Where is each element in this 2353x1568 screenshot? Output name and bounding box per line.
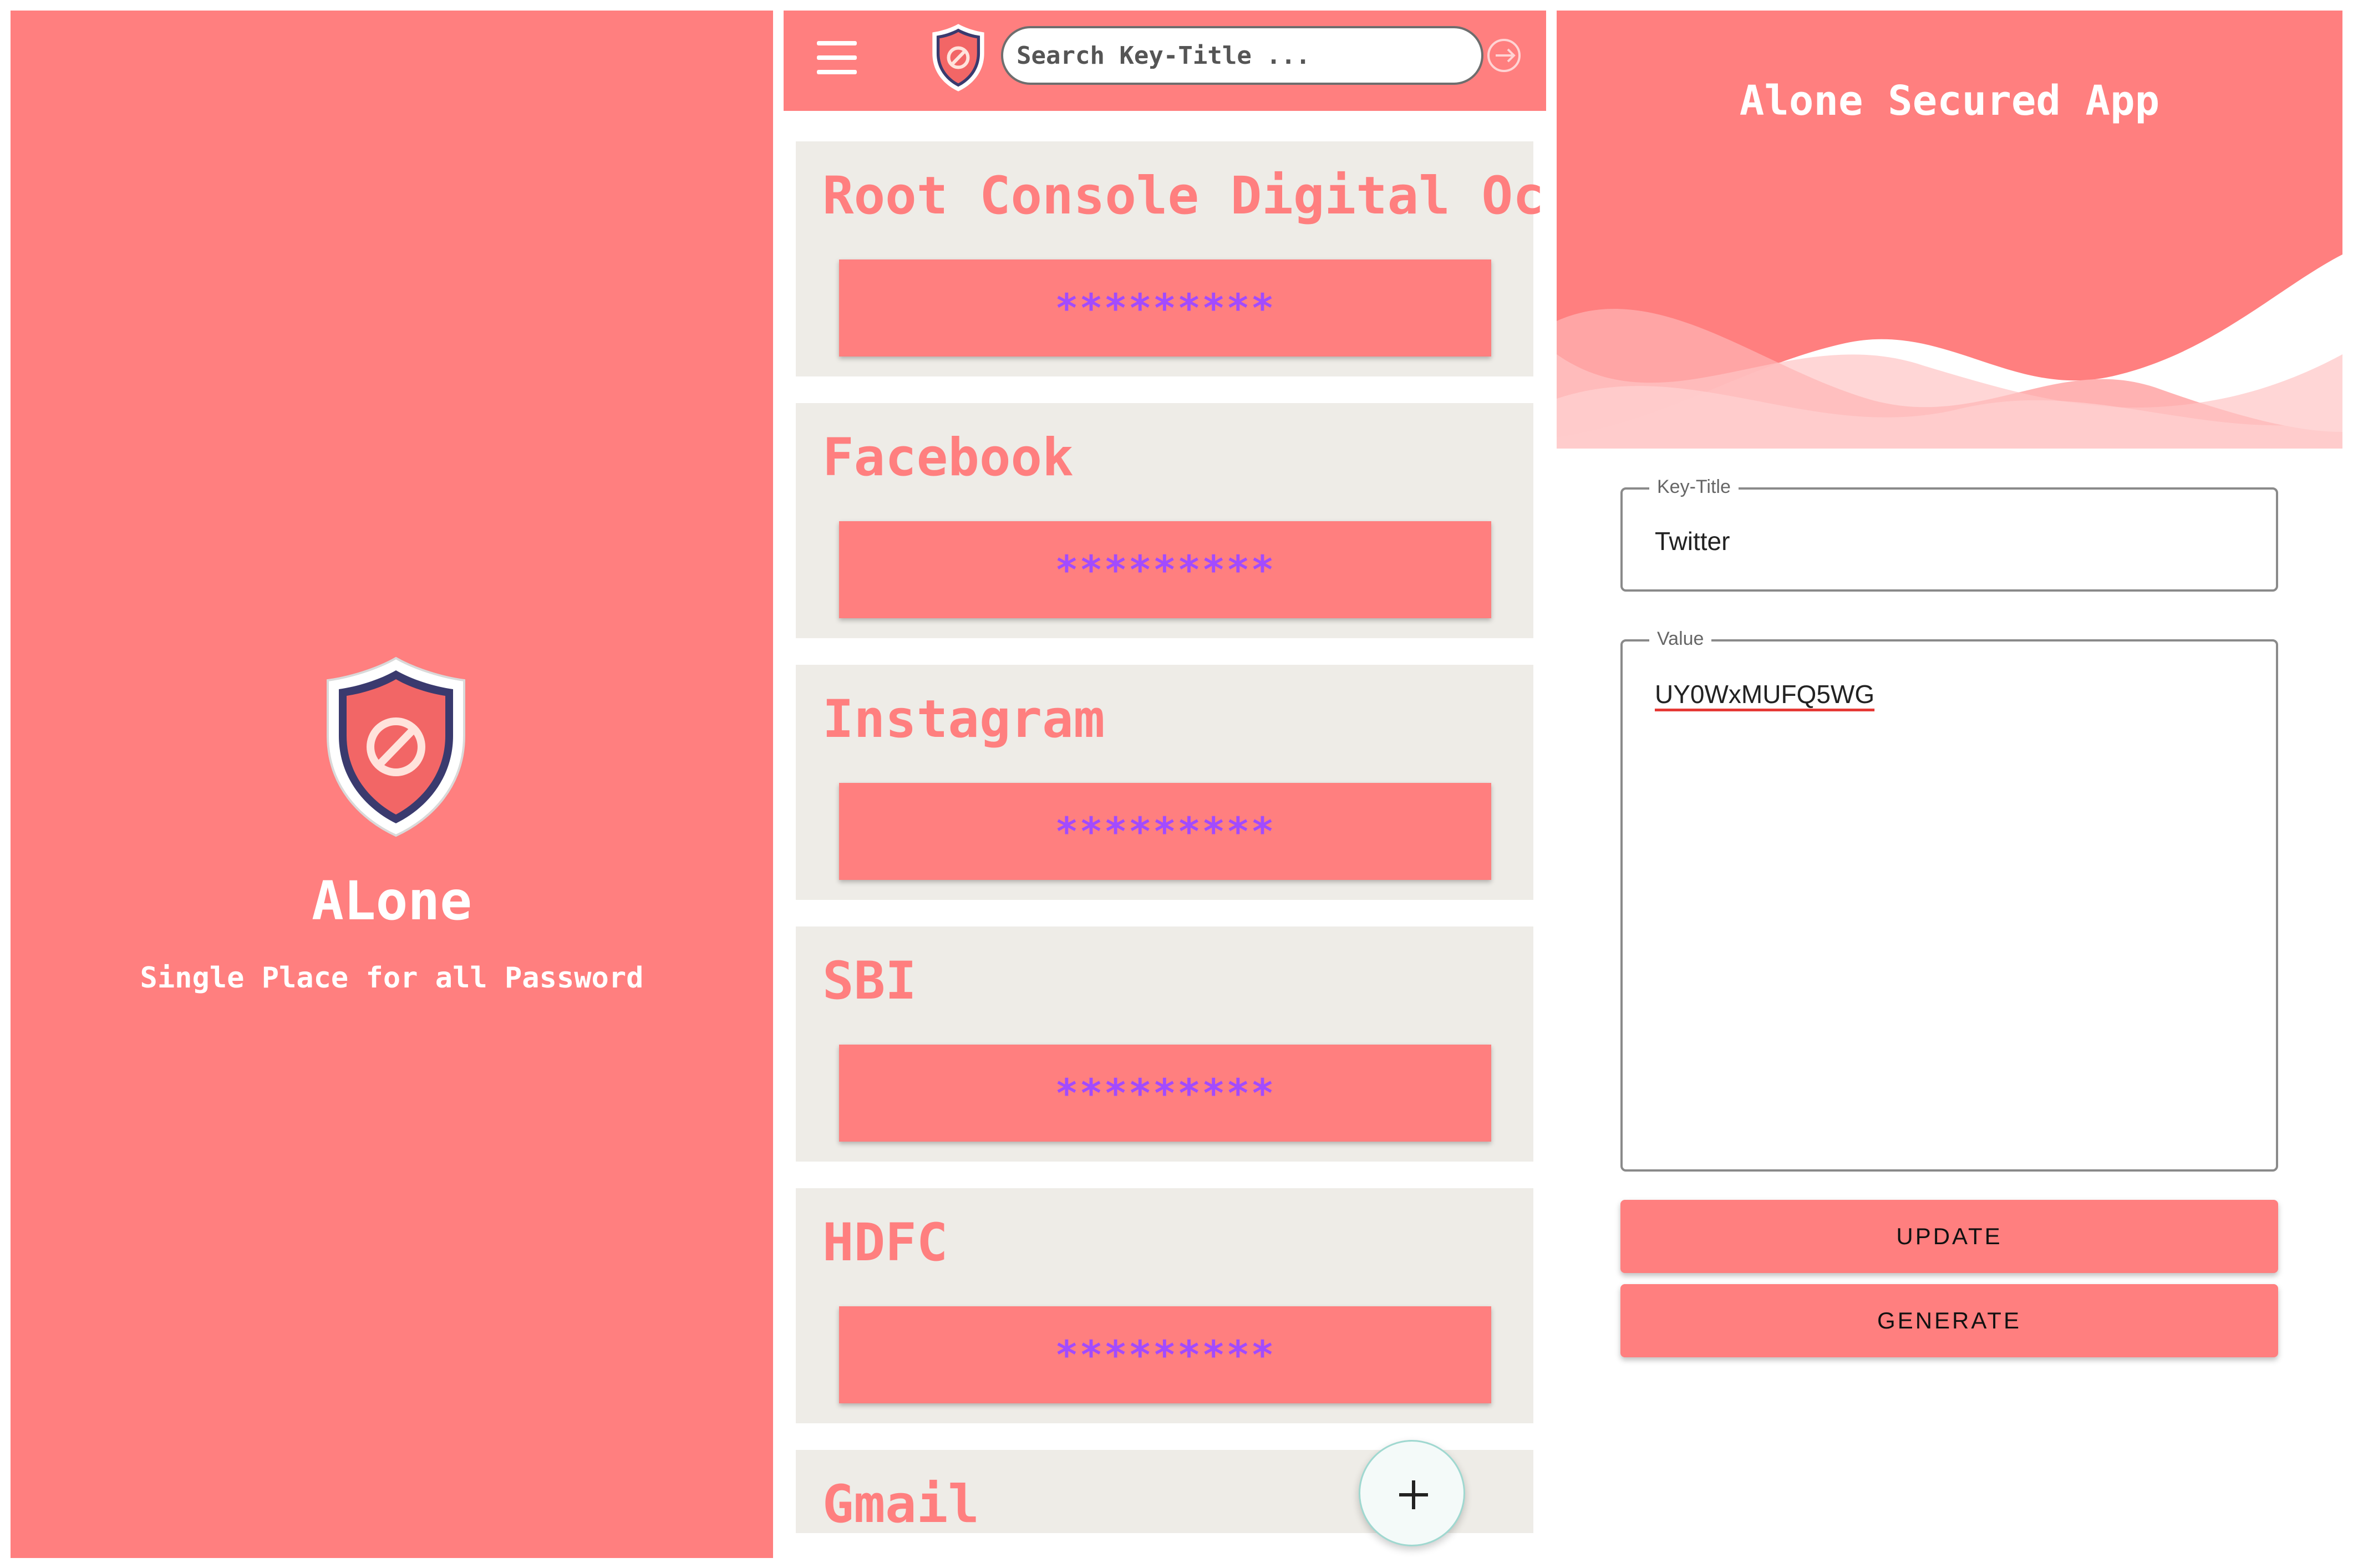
key-title-label: Key-Title (1649, 476, 1739, 498)
top-app-bar (784, 11, 1546, 111)
masked-value[interactable]: ********* (839, 1045, 1491, 1142)
plus-icon (1399, 1480, 1428, 1509)
item-title: HDFC (822, 1213, 948, 1273)
shield-block-icon (316, 653, 476, 841)
generate-button[interactable]: GENERATE (1620, 1284, 2278, 1357)
app-name: ALone (312, 870, 472, 932)
add-password-button[interactable] (1359, 1440, 1465, 1546)
list-item[interactable]: HDFC ********* (796, 1188, 1533, 1423)
screen-title: Alone Secured App (1739, 77, 2160, 125)
header-wave-background (1557, 11, 2342, 449)
list-item[interactable]: SBI ********* (796, 926, 1533, 1162)
search-input[interactable] (1001, 26, 1483, 85)
edit-password-screen: Alone Secured App Key-Title Twitter Valu… (1557, 11, 2342, 1558)
item-title: Instagram (822, 689, 1105, 750)
logout-arrow-icon[interactable] (1486, 37, 1522, 74)
password-list-screen: Root Console Digital Ocean ********* Fac… (784, 11, 1546, 1558)
masked-value[interactable]: ********* (839, 521, 1491, 618)
item-title: Root Console Digital Ocean (822, 166, 1546, 226)
list-item[interactable]: Root Console Digital Ocean ********* (796, 141, 1546, 376)
value-text[interactable]: UY0WxMUFQ5WG (1655, 679, 1874, 709)
key-title-field[interactable]: Key-Title Twitter (1620, 476, 2278, 592)
key-title-value[interactable]: Twitter (1655, 526, 1730, 556)
hamburger-menu-icon[interactable] (817, 41, 857, 74)
masked-value[interactable]: ********* (839, 259, 1491, 357)
value-label: Value (1649, 628, 1712, 650)
masked-value[interactable]: ********* (839, 1306, 1491, 1403)
list-item[interactable]: Instagram ********* (796, 665, 1533, 900)
item-title: SBI (822, 951, 917, 1011)
update-button[interactable]: UPDATE (1620, 1200, 2278, 1273)
value-field[interactable]: Value UY0WxMUFQ5WG (1620, 628, 2278, 1172)
masked-value[interactable]: ********* (839, 783, 1491, 880)
item-title: Facebook (822, 427, 1074, 488)
app-tagline: Single Place for all Password (140, 961, 644, 995)
item-title: Gmail (822, 1474, 979, 1535)
shield-block-icon (928, 22, 989, 94)
splash-screen: ALone Single Place for all Password (11, 11, 773, 1558)
list-item[interactable]: Facebook ********* (796, 403, 1533, 638)
